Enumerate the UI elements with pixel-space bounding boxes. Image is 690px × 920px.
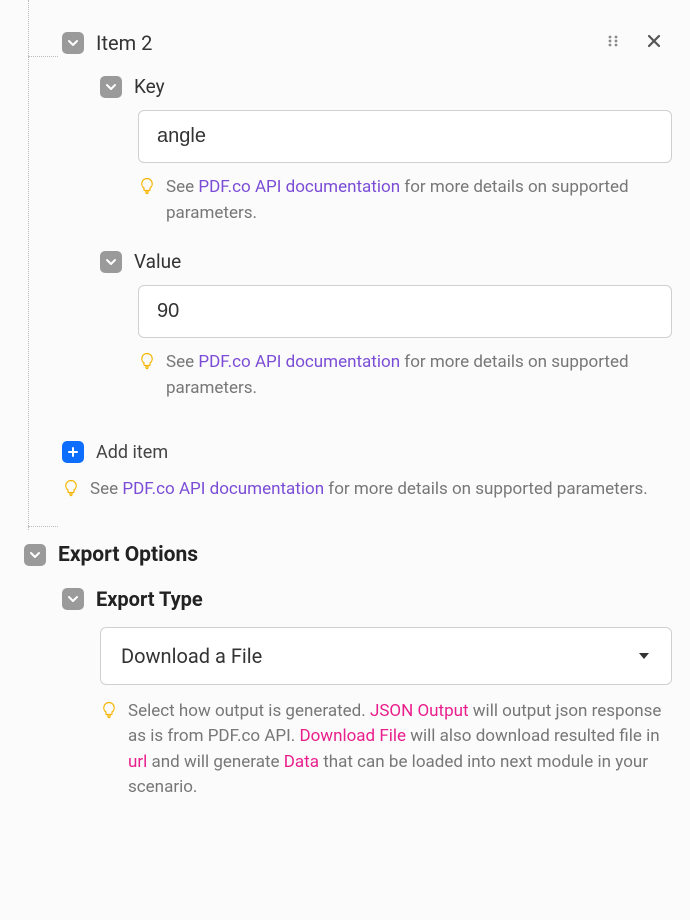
collapse-icon[interactable] <box>62 32 84 54</box>
key-hint: See PDF.co API documentation for more de… <box>138 175 670 226</box>
hint-text: See <box>166 177 198 197</box>
value-field: Value See PDF.co API documentation for m… <box>100 250 670 401</box>
pdfco-api-doc-link[interactable]: PDF.co API documentation <box>198 177 400 197</box>
drag-handle-icon[interactable] <box>600 32 626 53</box>
value-hint: See PDF.co API documentation for more de… <box>138 350 670 401</box>
item-2-header: Item 2 <box>62 30 670 55</box>
hint-text: for more details on supported parameters… <box>324 479 648 499</box>
hint-text: and will generate <box>147 752 283 772</box>
export-type-field: Export Type Download a File Select how o… <box>62 587 670 801</box>
hint-text: will also download resulted file in <box>406 726 660 746</box>
lightbulb-icon <box>138 352 156 374</box>
add-item-button[interactable]: Add item <box>62 441 670 463</box>
export-type-hint: Select how output is generated. JSON Out… <box>100 699 670 801</box>
collapse-icon[interactable] <box>62 588 84 610</box>
key-field: Key See PDF.co API documentation for mor… <box>100 75 670 226</box>
export-type-label: Export Type <box>96 587 203 611</box>
lightbulb-icon <box>100 701 118 723</box>
export-options-title: Export Options <box>58 543 198 567</box>
collapse-icon[interactable] <box>100 76 122 98</box>
collapse-icon[interactable] <box>100 251 122 273</box>
export-type-select[interactable]: Download a File <box>100 627 672 685</box>
key-input[interactable] <box>138 110 672 163</box>
export-type-value: Download a File <box>121 644 262 668</box>
hint-text: Select how output is generated. <box>128 701 370 721</box>
hint-json-output: JSON Output <box>370 701 469 721</box>
value-input[interactable] <box>138 285 672 338</box>
add-item-hint: See PDF.co API documentation for more de… <box>62 477 662 503</box>
lightbulb-icon <box>138 177 156 199</box>
export-options-header: Export Options <box>24 543 670 567</box>
key-label: Key <box>134 75 165 98</box>
pdfco-api-doc-link[interactable]: PDF.co API documentation <box>198 352 400 372</box>
hint-url: url <box>128 752 147 772</box>
lightbulb-icon <box>62 479 80 501</box>
add-item-label: Add item <box>96 442 168 463</box>
hint-text: See <box>166 352 198 372</box>
collapse-icon[interactable] <box>24 544 46 566</box>
hint-data: Data <box>284 752 319 772</box>
hint-download-file: Download File <box>299 726 406 746</box>
hint-text: See <box>90 479 122 499</box>
pdfco-api-doc-link[interactable]: PDF.co API documentation <box>122 479 324 499</box>
item-title: Item 2 <box>96 31 588 55</box>
plus-icon <box>62 441 84 463</box>
close-icon[interactable] <box>638 30 670 55</box>
caret-down-icon <box>637 644 651 668</box>
value-label: Value <box>134 250 181 273</box>
